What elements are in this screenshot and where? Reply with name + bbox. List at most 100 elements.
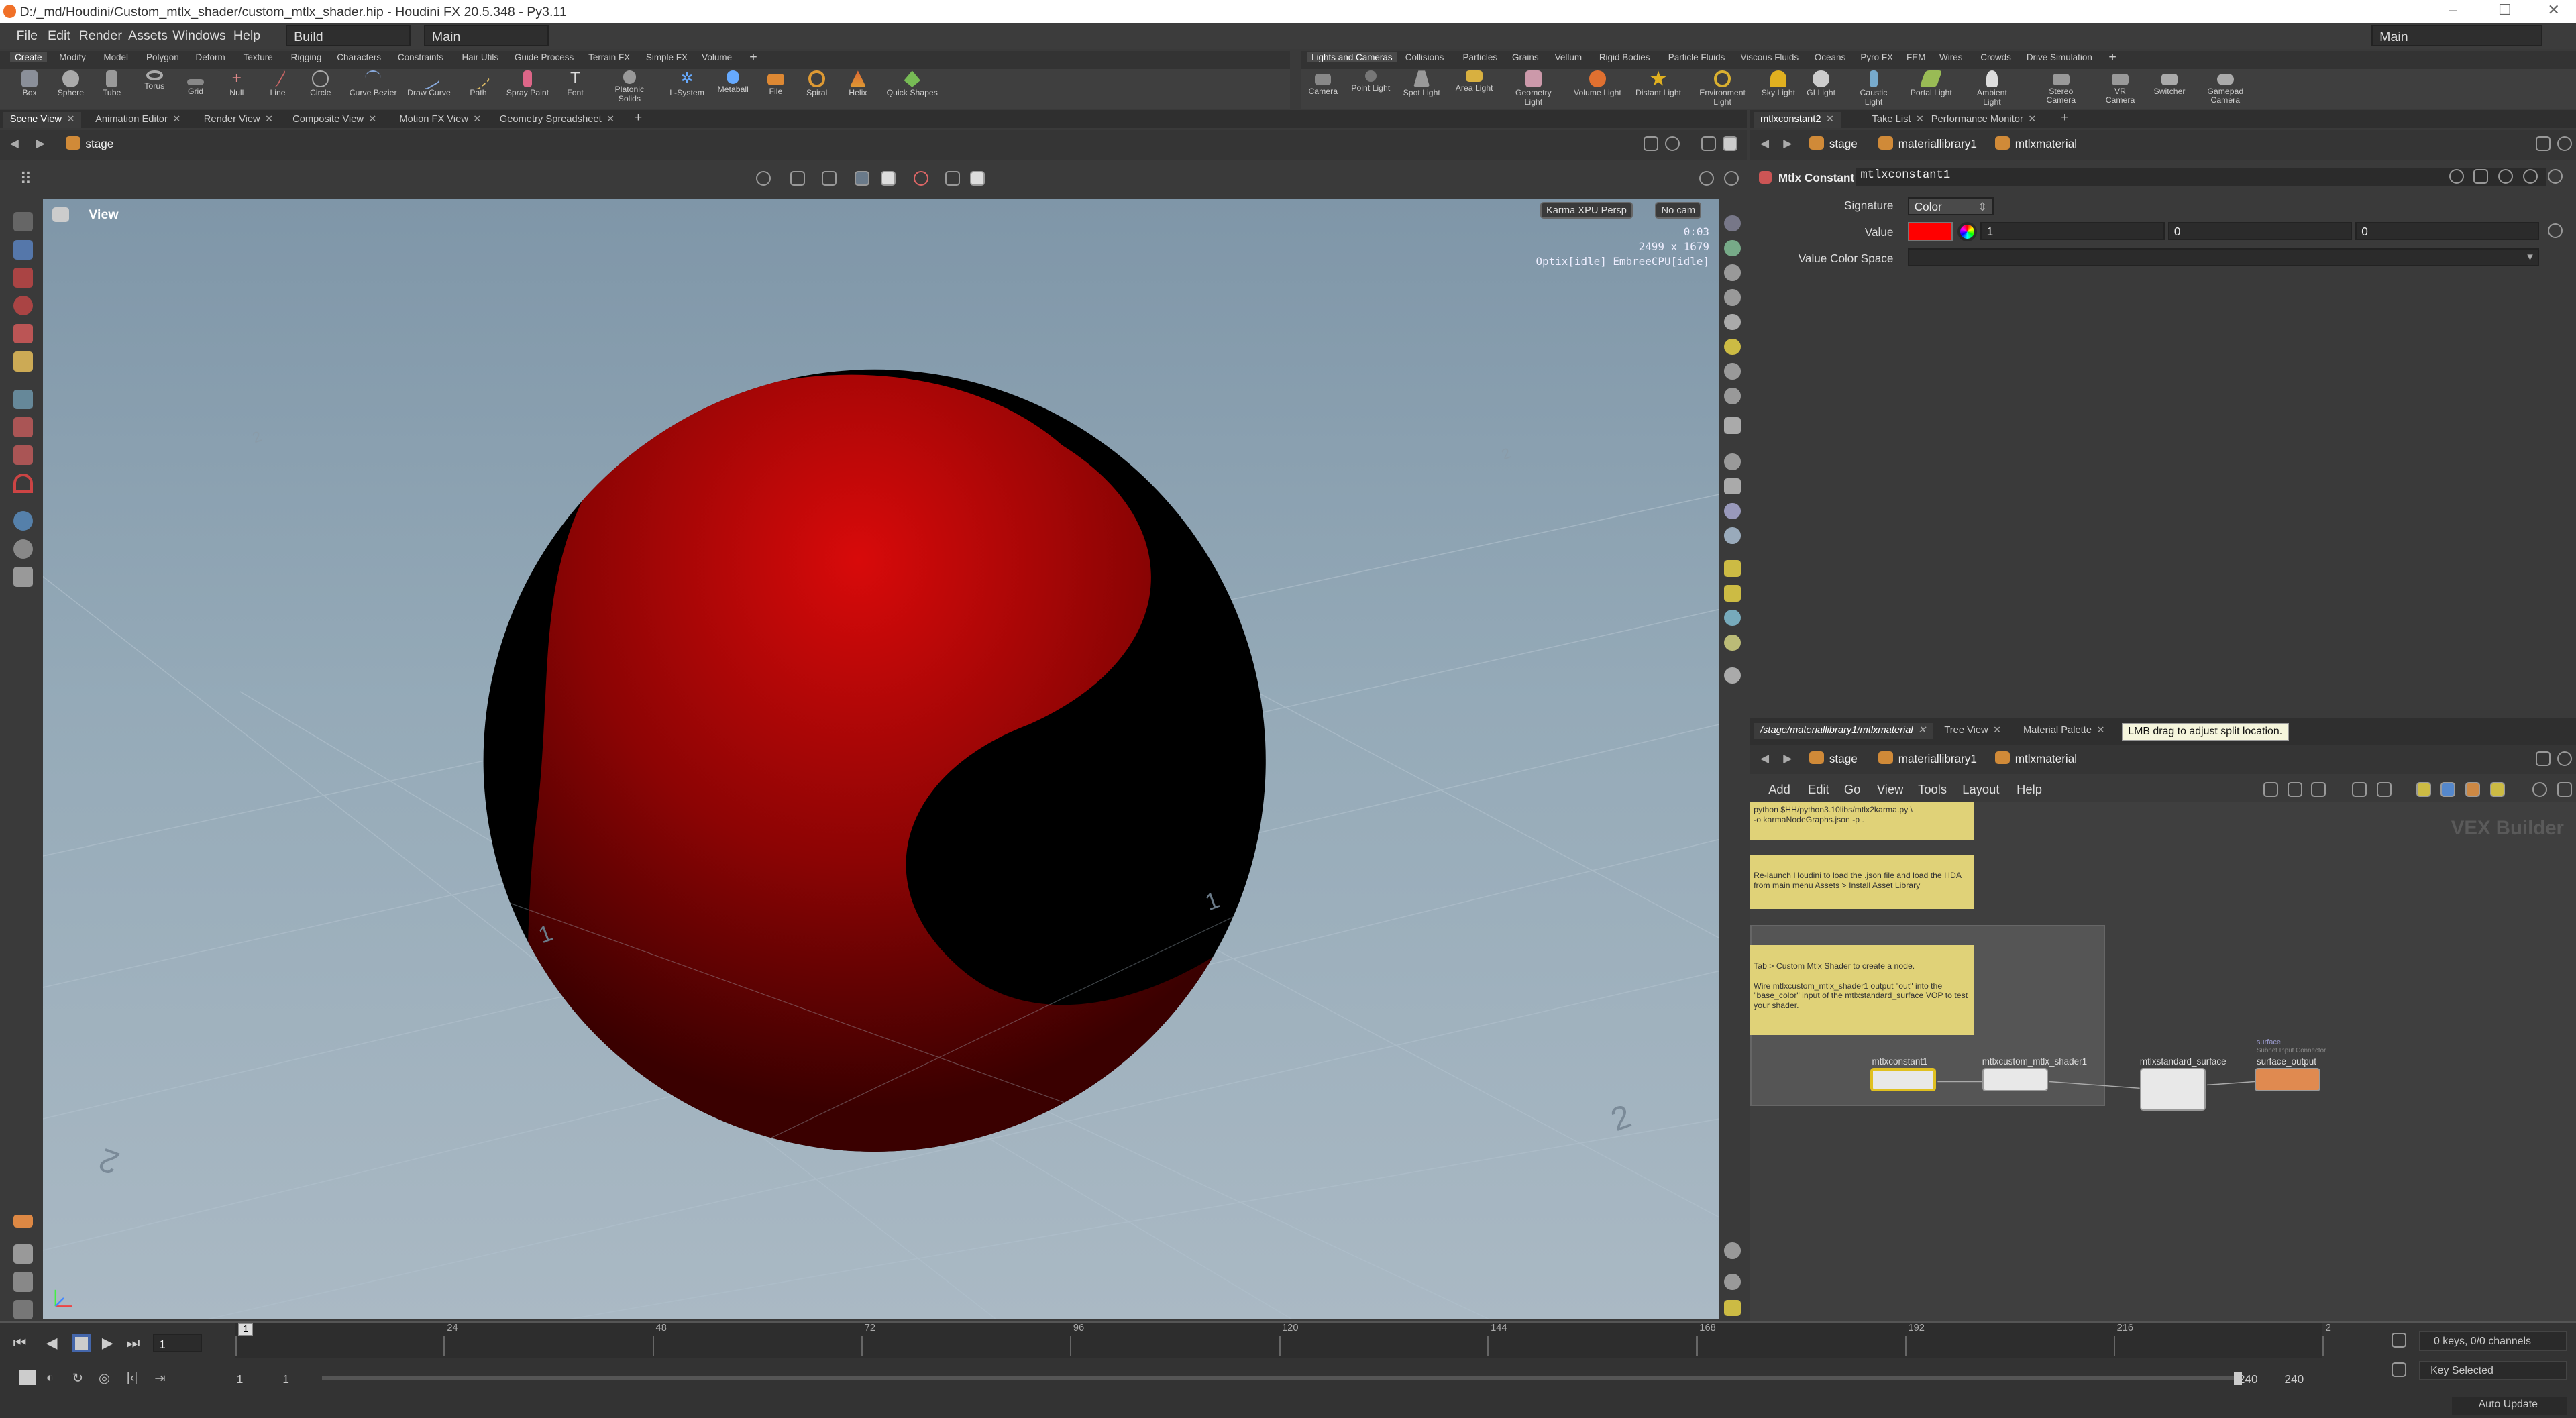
current-frame-field[interactable]: 1 bbox=[152, 1334, 203, 1353]
net-menu-help[interactable]: Help bbox=[2017, 782, 2042, 797]
keys-channels-display[interactable]: 0 keys, 0/0 channels bbox=[2419, 1331, 2567, 1351]
step-back-button[interactable]: ◀ bbox=[46, 1334, 58, 1352]
tool-spiral[interactable]: Spiral bbox=[796, 70, 839, 97]
color-swatch[interactable] bbox=[1908, 221, 1953, 242]
scene-viewport[interactable]: View Karma XPU Persp No cam 0:03 2499 x … bbox=[42, 199, 1719, 1320]
shelf-tab-model[interactable]: Model bbox=[103, 52, 128, 62]
info-icon[interactable] bbox=[1724, 1273, 1741, 1291]
menu-help[interactable]: Help bbox=[233, 28, 260, 44]
audio-icon[interactable]: ◐ bbox=[46, 1370, 54, 1386]
timeline-ruler[interactable]: 1 24 48 72 96 120 144 168 192 216 2 bbox=[235, 1323, 2331, 1358]
tool-line[interactable]: Line bbox=[256, 70, 299, 97]
display-option-icon[interactable] bbox=[1724, 634, 1741, 651]
dot-icon[interactable] bbox=[2489, 782, 2505, 798]
shelf-tab-create[interactable]: Create bbox=[9, 52, 47, 63]
view-camera-icon[interactable] bbox=[52, 207, 69, 222]
tool-gi-light[interactable]: GI Light bbox=[1800, 70, 1843, 97]
tool-curve-bezier[interactable]: Curve Bezier bbox=[348, 70, 398, 97]
tree-icon[interactable] bbox=[2288, 782, 2303, 798]
display-option-icon[interactable] bbox=[1724, 313, 1741, 331]
menu-edit[interactable]: Edit bbox=[48, 28, 70, 44]
jump-end-button[interactable]: ⏭ bbox=[127, 1334, 140, 1352]
grid-view-icon[interactable] bbox=[2351, 782, 2367, 798]
magnet-icon[interactable] bbox=[13, 473, 33, 493]
shelf-tab-pyro-fx[interactable]: Pyro FX bbox=[1860, 52, 1893, 62]
display-options-icon[interactable] bbox=[945, 170, 960, 186]
transform-icon[interactable] bbox=[822, 170, 837, 186]
add-pane-tab-button[interactable]: + bbox=[2055, 109, 2076, 125]
grid-dots-icon[interactable]: ⠿ bbox=[19, 169, 32, 189]
tool-stereo-camera[interactable]: Stereo Camera bbox=[2039, 70, 2082, 105]
link-icon[interactable] bbox=[2557, 751, 2573, 766]
shelf-tab-modify[interactable]: Modify bbox=[59, 52, 86, 62]
tool-area-light[interactable]: Area Light bbox=[1453, 70, 1496, 93]
range-end-field[interactable]: 240 bbox=[2239, 1372, 2258, 1386]
value-g-field[interactable]: 0 bbox=[2167, 221, 2352, 240]
back-icon[interactable]: ◀ bbox=[1760, 751, 1769, 765]
search-icon[interactable] bbox=[2532, 782, 2548, 798]
network-box-icon[interactable] bbox=[2440, 782, 2456, 798]
close-tab-icon[interactable]: ✕ bbox=[265, 114, 273, 125]
range-start2-field[interactable]: 1 bbox=[282, 1372, 289, 1386]
tab-scene-view[interactable]: Scene View ✕ bbox=[3, 111, 82, 129]
lock-icon[interactable] bbox=[1724, 264, 1741, 281]
pin-icon[interactable] bbox=[2536, 136, 2551, 152]
tool-environment-light[interactable]: Environment Light bbox=[1696, 70, 1748, 107]
tab-motion-fx-view[interactable]: Motion FX View ✕ bbox=[393, 112, 488, 129]
shelf-tab-collisions[interactable]: Collisions bbox=[1405, 52, 1444, 62]
view-tool-icon[interactable] bbox=[13, 239, 33, 260]
loop-icon[interactable]: ↻ bbox=[72, 1370, 83, 1386]
shelf-tab-viscous-fluids[interactable]: Viscous Fluids bbox=[1741, 52, 1799, 62]
range-end2-field[interactable]: 240 bbox=[2285, 1372, 2304, 1386]
range-start-field[interactable]: 1 bbox=[237, 1372, 244, 1386]
net-menu-go[interactable]: Go bbox=[1844, 782, 1861, 797]
value-r-field[interactable]: 1 bbox=[1980, 221, 2165, 240]
step-icon[interactable]: |‹| bbox=[127, 1370, 138, 1386]
minimize-button[interactable]: – bbox=[2449, 1, 2457, 19]
shelf-tab-deform[interactable]: Deform bbox=[196, 52, 225, 62]
tab-tree-view[interactable]: Tree View ✕ bbox=[1938, 723, 2008, 740]
net-menu-edit[interactable]: Edit bbox=[1808, 782, 1829, 797]
tab-render-view[interactable]: Render View ✕ bbox=[197, 112, 280, 129]
tool-camera[interactable]: Camera bbox=[1301, 70, 1344, 96]
shelf-tab-oceans[interactable]: Oceans bbox=[1815, 52, 1845, 62]
help-icon[interactable] bbox=[1724, 170, 1739, 186]
link-icon[interactable] bbox=[2557, 136, 2573, 152]
desktop-dropdown[interactable]: Build bbox=[286, 24, 411, 46]
renderer-dropdown[interactable]: Karma XPU Persp bbox=[1540, 202, 1633, 219]
home-icon[interactable] bbox=[2557, 782, 2573, 798]
tool-distant-light[interactable]: Distant Light bbox=[1633, 70, 1683, 97]
list-icon[interactable] bbox=[2310, 782, 2326, 798]
display-option-icon[interactable] bbox=[1724, 453, 1741, 470]
display-option-icon[interactable] bbox=[1724, 215, 1741, 232]
network-editor[interactable]: VEX Builder python $HH/python3.10libs/mt… bbox=[1750, 802, 2576, 1321]
path-stage[interactable]: stage bbox=[66, 136, 113, 151]
menu-windows[interactable]: Windows bbox=[172, 28, 226, 44]
pin-icon[interactable] bbox=[2536, 751, 2551, 766]
camera-dropdown[interactable]: No cam bbox=[1655, 202, 1702, 219]
tile-view-icon[interactable] bbox=[2376, 782, 2392, 798]
gear-icon[interactable] bbox=[969, 170, 985, 186]
shelf-tab-crowds[interactable]: Crowds bbox=[1980, 52, 2011, 62]
handle-tool-icon[interactable] bbox=[13, 351, 33, 372]
tool-gamepad-camera[interactable]: Gamepad Camera bbox=[2204, 70, 2247, 105]
path-stage[interactable]: stage bbox=[1809, 751, 1858, 766]
auto-update-dropdown[interactable]: Auto Update bbox=[2452, 1397, 2567, 1415]
net-menu-tools[interactable]: Tools bbox=[1918, 782, 1947, 797]
tool-quick-shapes[interactable]: Quick Shapes bbox=[884, 70, 940, 97]
sticky-note-icon[interactable] bbox=[2416, 782, 2431, 798]
jump-start-button[interactable]: ⏮ bbox=[13, 1334, 27, 1352]
shelf-tab-wires[interactable]: Wires bbox=[1939, 52, 1962, 62]
wireframe-icon[interactable] bbox=[855, 170, 870, 186]
shelf-tab-fem[interactable]: FEM bbox=[1907, 52, 1925, 62]
add-pane-tab-button[interactable]: + bbox=[628, 109, 649, 125]
tool-portal-light[interactable]: Portal Light bbox=[1910, 70, 1953, 97]
paint-icon[interactable] bbox=[13, 1244, 33, 1264]
tool-tube[interactable]: Tube bbox=[91, 70, 133, 97]
tab-material-palette[interactable]: Material Palette ✕ bbox=[2017, 723, 2111, 740]
show-handle-icon[interactable] bbox=[13, 539, 33, 559]
gear-icon[interactable] bbox=[2449, 169, 2464, 184]
display-option-icon[interactable] bbox=[1724, 502, 1741, 520]
render-icon[interactable] bbox=[914, 170, 929, 186]
snap-icon[interactable] bbox=[756, 170, 771, 186]
